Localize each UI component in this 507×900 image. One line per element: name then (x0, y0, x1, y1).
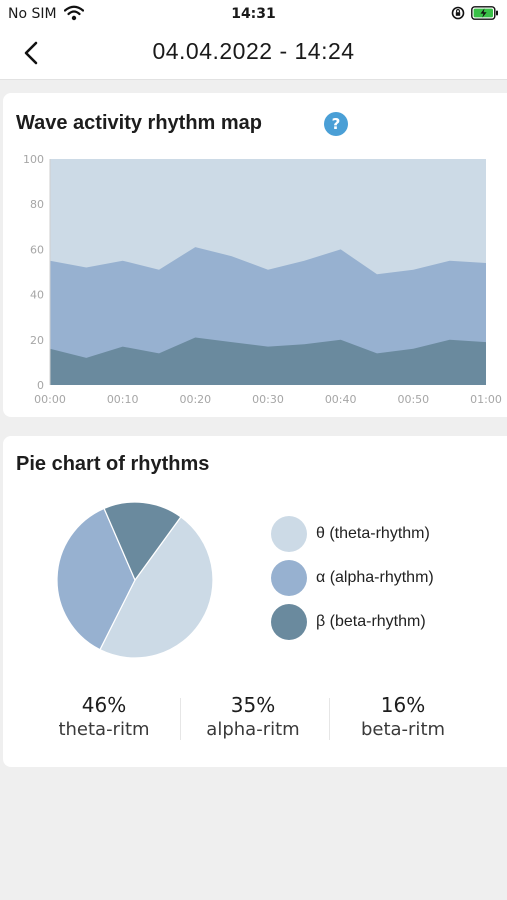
legend-swatch-theta (271, 516, 307, 552)
stat-alpha: 35% alpha-ritm (178, 693, 328, 740)
rhythm-pie-chart (56, 501, 214, 659)
stat-theta-value: 46% (81, 693, 127, 717)
pie-card-title: Pie chart of rhythms (16, 453, 210, 475)
wave-activity-card: Wave activity rhythm map ? 0 20 40 60 80 100 0… (3, 93, 507, 417)
y-tick-label: 20 (30, 334, 44, 347)
x-tick-label: 00:00 (34, 393, 66, 406)
wave-card-title: Wave activity rhythm map (16, 112, 263, 134)
y-tick-label: 0 (37, 379, 44, 392)
rotation-lock-icon (451, 6, 465, 20)
legend-swatch-beta (271, 604, 307, 640)
y-tick-label: 80 (30, 198, 44, 211)
y-tick-label: 40 (30, 289, 44, 302)
help-icon[interactable]: ? (324, 112, 348, 136)
wave-area-chart: 0 20 40 60 80 100 00:00 00:10 00:20 00:30 00:40 00:… (23, 153, 502, 406)
y-tick-label: 100 (23, 153, 44, 166)
x-tick-label: 01:00 (470, 393, 502, 406)
x-tick-label: 00:30 (252, 393, 284, 406)
y-tick-label: 60 (30, 243, 44, 256)
nav-bar: 04.04.2022 - 14:24 (0, 28, 507, 80)
stat-beta-label: beta-ritm (360, 719, 446, 740)
stat-theta: 46% theta-ritm (29, 693, 179, 740)
legend-swatch-alpha (271, 560, 307, 596)
stat-beta-value: 16% (380, 693, 426, 717)
x-tick-label: 00:10 (107, 393, 139, 406)
page-title: 04.04.2022 - 14:24 (152, 38, 355, 64)
x-tick-label: 00:20 (179, 393, 211, 406)
stat-alpha-value: 35% (230, 693, 276, 717)
battery-charging-icon (471, 6, 498, 20)
status-bar: No SIM 14:31 (0, 0, 507, 28)
stat-beta: 16% beta-ritm (328, 693, 478, 740)
pie-chart-card: Pie chart of rhythms θ (theta-rhythm) α … (3, 436, 507, 767)
legend-label-theta: θ (theta-rhythm) (316, 525, 430, 542)
status-time: 14:31 (231, 6, 276, 22)
x-tick-label: 00:50 (397, 393, 429, 406)
stat-theta-label: theta-ritm (58, 719, 150, 740)
stat-alpha-label: alpha-ritm (206, 719, 300, 740)
legend-label-beta: β (beta-rhythm) (316, 613, 426, 630)
x-tick-label: 00:40 (325, 393, 357, 406)
legend-label-alpha: α (alpha-rhythm) (316, 569, 434, 586)
